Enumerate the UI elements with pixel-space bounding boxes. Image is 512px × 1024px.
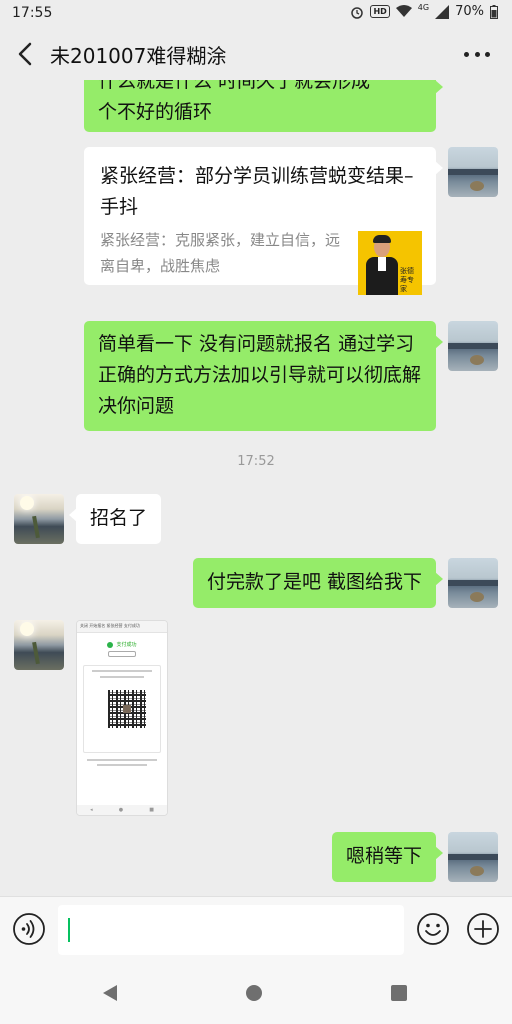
chat-title: 未201007难得糊涂 <box>50 44 227 68</box>
image-navbar: ◂ ● ■ <box>77 805 167 815</box>
message-list[interactable]: 什么就是什么 时间久了就会形成 个不好的循环 紧张经营：部分学员训练营蜕变结果–… <box>0 80 512 896</box>
network-label: 4G <box>417 3 430 12</box>
image-success-row: 支付成功 <box>77 641 167 648</box>
image-text-line <box>97 764 147 766</box>
image-nav-recent-icon: ■ <box>149 807 154 813</box>
avatar-me[interactable] <box>448 832 498 882</box>
image-text-line <box>87 759 157 761</box>
voice-button[interactable] <box>12 912 46 946</box>
avatar-friend[interactable] <box>14 494 64 544</box>
more-dots-icon <box>464 51 469 57</box>
thumb-figure-shirt <box>378 257 386 271</box>
qr-center-logo <box>123 705 131 713</box>
image-nav-back-icon: ◂ <box>90 807 93 813</box>
chat-header: 未201007难得糊涂 <box>0 28 512 80</box>
status-bar: 17:55 HD 4G 70% <box>0 0 512 28</box>
input-bar <box>0 896 512 962</box>
more-functions-button[interactable] <box>466 912 500 946</box>
more-dot <box>485 51 490 57</box>
message-input[interactable] <box>58 905 404 955</box>
message-bubble-outgoing[interactable]: 什么就是什么 时间久了就会形成 个不好的循环 <box>84 80 443 132</box>
image-topbar: 关闭 开始报名 紧张经营 支付成功 <box>77 621 167 633</box>
image-inner-button <box>108 651 136 657</box>
image-nav-home-icon: ● <box>118 807 124 813</box>
text-cursor <box>68 918 70 942</box>
avatar-friend[interactable] <box>14 620 64 670</box>
battery-icon <box>490 4 498 19</box>
thumb-caption: 张德寿专家 <box>400 267 414 293</box>
wifi-icon <box>395 5 412 17</box>
status-icons: HD 4G 70% <box>350 3 498 19</box>
thumb-figure-hair <box>373 235 391 243</box>
message-text: 招名了 <box>90 507 148 529</box>
message-text: 付完款了是吧 截图给我下 <box>206 571 422 593</box>
system-nav-bar <box>0 962 512 1024</box>
hd-icon: HD <box>370 5 390 18</box>
nav-back-icon[interactable] <box>102 984 118 1002</box>
image-footer <box>83 759 161 766</box>
image-message[interactable]: 关闭 开始报名 紧张经营 支付成功 支付成功 ◂ ● ■ <box>76 620 168 816</box>
image-text-line <box>92 670 152 672</box>
avatar-me[interactable] <box>448 147 498 197</box>
back-button[interactable] <box>14 40 38 68</box>
image-qr-panel <box>83 665 161 753</box>
more-options-button[interactable] <box>464 42 490 66</box>
avatar-me[interactable] <box>448 321 498 371</box>
message-bubble-outgoing[interactable]: 嗯稍等下 <box>331 832 444 882</box>
check-circle-icon <box>107 641 114 648</box>
chevron-left-icon <box>18 42 32 66</box>
signal-icon <box>435 4 450 19</box>
link-card-thumbnail: 张德寿专家 <box>358 231 422 295</box>
message-line: 什么就是什么 时间久了就会形成 <box>98 80 371 92</box>
link-card-description: 紧张经营：克服紧张，建立自信，远离自卑，战胜焦虑 <box>100 231 341 275</box>
nav-home-icon[interactable] <box>246 985 262 1001</box>
emoji-button[interactable] <box>416 912 450 946</box>
more-dot <box>474 51 480 57</box>
message-text: 简单看一下 没有问题就报名 通过学习正确的方式方法加以引导就可以彻底解决你问题 <box>98 333 422 417</box>
battery-percent: 70% <box>455 4 484 19</box>
message-bubble-outgoing[interactable]: 付完款了是吧 截图给我下 <box>192 558 444 608</box>
link-card-message[interactable]: 紧张经营：部分学员训练营蜕变结果–手抖 紧张经营：克服紧张，建立自信，远离自卑，… <box>84 147 443 295</box>
image-text-line <box>100 676 144 678</box>
avatar-me[interactable] <box>448 558 498 608</box>
plus-icon <box>467 913 499 945</box>
voice-icon <box>13 913 45 945</box>
timestamp: 17:52 <box>237 454 275 469</box>
message-line: 个不好的循环 <box>98 101 213 123</box>
link-card-title: 紧张经营：部分学员训练营蜕变结果–手抖 <box>100 165 414 218</box>
message-bubble-incoming[interactable]: 招名了 <box>68 494 162 544</box>
image-status-text: 支付成功 <box>116 642 137 648</box>
status-time: 17:55 <box>12 5 53 21</box>
nav-recent-apps-icon[interactable] <box>391 985 407 1001</box>
message-text: 嗯稍等下 <box>345 845 422 867</box>
emoji-icon <box>417 913 449 945</box>
message-bubble-outgoing[interactable]: 简单看一下 没有问题就报名 通过学习正确的方式方法加以引导就可以彻底解决你问题 <box>84 321 443 431</box>
alarm-icon <box>351 6 364 19</box>
